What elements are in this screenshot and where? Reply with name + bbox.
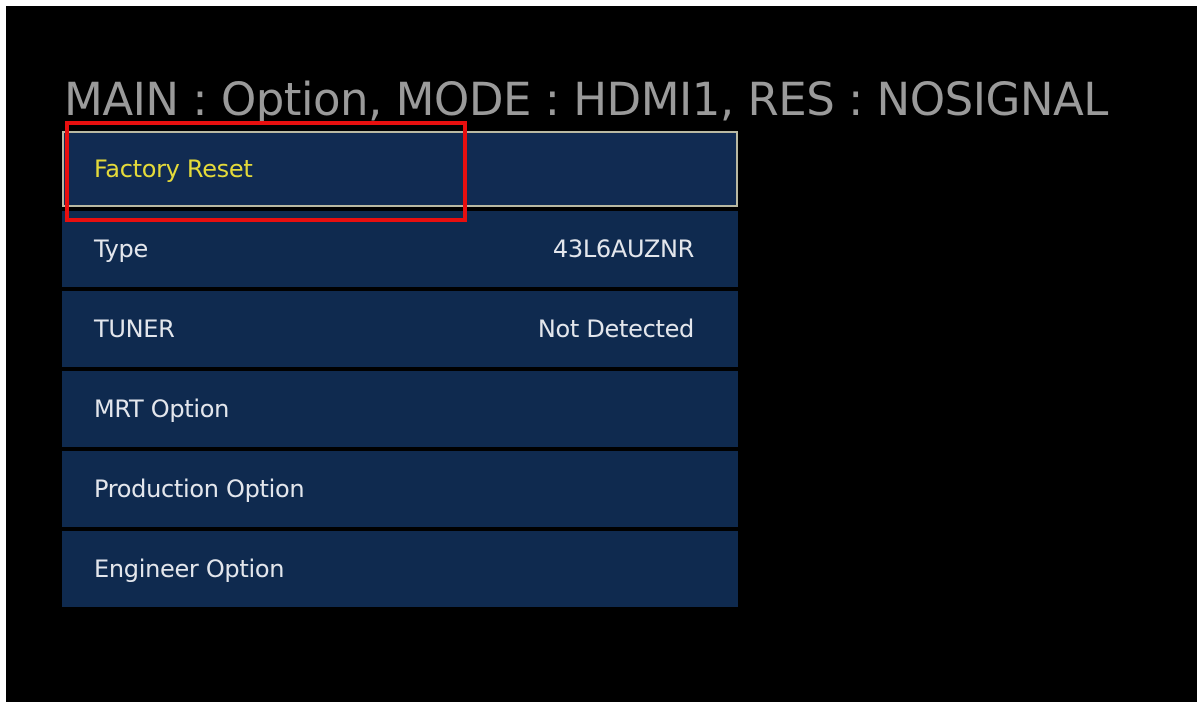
menu-item-mrt-option[interactable]: MRT Option	[62, 371, 738, 447]
menu-item-tuner[interactable]: TUNER Not Detected	[62, 291, 738, 367]
service-menu: Factory Reset Type 43L6AUZNR TUNER Not D…	[62, 131, 738, 611]
menu-item-production-option[interactable]: Production Option	[62, 451, 738, 527]
menu-item-value: Not Detected	[537, 315, 694, 343]
service-menu-header: MAIN : Option, MODE : HDMI1, RES : NOSIG…	[64, 73, 1108, 126]
menu-item-engineer-option[interactable]: Engineer Option	[62, 531, 738, 607]
menu-item-label: Type	[94, 235, 148, 263]
menu-item-label: MRT Option	[94, 395, 230, 423]
menu-item-label: Production Option	[94, 475, 305, 503]
tv-service-screen: MAIN : Option, MODE : HDMI1, RES : NOSIG…	[6, 6, 1197, 702]
menu-item-type[interactable]: Type 43L6AUZNR	[62, 211, 738, 287]
menu-item-label: Factory Reset	[94, 155, 253, 183]
menu-item-factory-reset[interactable]: Factory Reset	[62, 131, 738, 207]
menu-item-value: 43L6AUZNR	[552, 235, 694, 263]
menu-item-label: TUNER	[94, 315, 175, 343]
menu-item-label: Engineer Option	[94, 555, 285, 583]
